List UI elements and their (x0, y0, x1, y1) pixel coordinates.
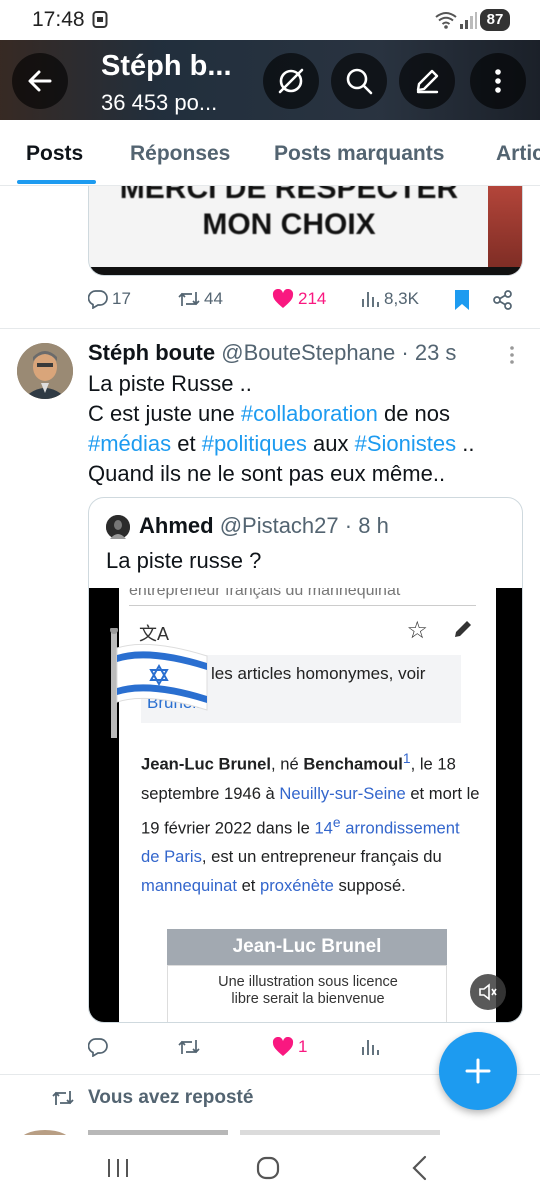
tab-posts[interactable]: Posts (26, 142, 83, 166)
back-nav-icon[interactable] (410, 1155, 430, 1181)
mute-button[interactable] (470, 974, 506, 1010)
repost-icon (178, 1040, 200, 1054)
repost-indicator: Vous avez reposté (52, 1087, 253, 1109)
reply-button[interactable]: 17 (88, 289, 131, 309)
plus-icon (465, 1058, 491, 1084)
author-name[interactable]: Stéph boute (88, 340, 215, 365)
reply-count: 17 (112, 289, 131, 308)
post-text-line: #médias et #politiques aux #Sionistes .. (88, 431, 475, 456)
bookmark-button[interactable] (453, 289, 471, 311)
compose-button[interactable] (439, 1032, 517, 1110)
heart-filled-icon (272, 1037, 294, 1056)
next-post-peek (0, 1122, 540, 1136)
star-icon: ☆ (406, 617, 428, 644)
share-button[interactable] (492, 289, 514, 311)
edit-button[interactable] (399, 53, 455, 109)
battery-indicator: 87 (480, 9, 510, 31)
infobox-body: Une illustration sous licence libre sera… (167, 965, 447, 1022)
post-text-line: C est juste une #collaboration de nos (88, 401, 451, 426)
status-time: 17:48 (32, 8, 85, 31)
grok-icon (278, 68, 304, 94)
views-icon (362, 1040, 379, 1055)
reply-button[interactable] (88, 1037, 112, 1057)
avatar[interactable] (17, 343, 73, 399)
hashtag-link[interactable]: #politiques (202, 431, 307, 456)
search-icon (346, 68, 373, 95)
tab-articles[interactable]: Artic (496, 142, 540, 166)
post-media[interactable]: MERCI DE RESPECTER MON CHOIX (88, 186, 523, 276)
repost-label: Vous avez reposté (88, 1087, 254, 1108)
signal-icon (460, 12, 477, 29)
status-bar: 17:48 87 (0, 0, 540, 40)
search-button[interactable] (331, 53, 387, 109)
post-time: 23 s (414, 340, 457, 365)
system-nav-bar (0, 1135, 540, 1200)
screenshot-icon (92, 11, 108, 28)
view-count: 8,3K (384, 289, 419, 308)
post-text-line: La piste Russe .. (88, 371, 252, 396)
speaker-muted-icon (479, 983, 497, 1001)
views-button[interactable]: 8,3K (360, 289, 419, 309)
wiki-paragraph: Jean-Luc Brunel, né Benchamoul1, le 18 s… (141, 750, 480, 896)
image-caption-line1: MERCI DE RESPECTER (119, 186, 459, 205)
infobox-title: Jean-Luc Brunel (167, 929, 447, 965)
views-icon (362, 292, 379, 307)
israel-flag-emoji (110, 628, 208, 738)
post-body: La piste Russe .. C est juste une #colla… (88, 369, 518, 489)
repost-button[interactable]: 44 (178, 289, 223, 309)
quote-text: La piste russe ? (106, 548, 262, 573)
reply-icon (88, 290, 108, 309)
back-button[interactable] (12, 53, 68, 109)
post-count: 36 453 po... (101, 90, 218, 115)
tab-replies[interactable]: Réponses (130, 142, 230, 166)
quoted-post[interactable]: Ahmed @Pistach27 · 8 h La piste russe ? … (88, 497, 523, 1023)
profile-tabs: Posts Réponses Posts marquants Artic (0, 120, 540, 186)
like-button[interactable]: 1 (272, 1037, 307, 1057)
recent-apps-icon[interactable] (106, 1157, 130, 1179)
quote-media[interactable]: entrepreneur français du mannequinat 文A … (89, 588, 522, 1022)
pencil-icon (416, 69, 439, 94)
post-more-icon[interactable] (508, 345, 516, 367)
post-text-line: Quand ils ne le sont pas eux même.. (88, 461, 446, 486)
repost-count: 44 (204, 289, 223, 308)
avatar-image (17, 343, 73, 399)
like-count: 214 (298, 289, 327, 308)
reply-icon (88, 1038, 108, 1057)
post-actions: 17 44 214 8,3K (88, 289, 518, 319)
wifi-icon (435, 12, 457, 29)
profile-header: Stéph b... 36 453 po... (0, 40, 540, 120)
heart-filled-icon (272, 289, 294, 308)
hashtag-link[interactable]: #Sionistes (355, 431, 457, 456)
quote-author-name: Ahmed (139, 513, 214, 538)
quote-author-handle: @Pistach27 (219, 513, 339, 538)
quote-header: Ahmed @Pistach27 · 8 h (139, 513, 389, 538)
hashtag-link[interactable]: #médias (88, 431, 171, 456)
author-handle[interactable]: @BouteStephane (221, 340, 395, 365)
post-header: Stéph boute @BouteStephane · 23 s (88, 340, 457, 365)
back-arrow-icon (28, 70, 52, 92)
like-button[interactable]: 214 (272, 289, 326, 309)
hashtag-link[interactable]: #collaboration (241, 401, 378, 426)
tab-highlights[interactable]: Posts marquants (274, 142, 444, 166)
more-vertical-icon (495, 69, 501, 93)
share-icon (493, 290, 512, 310)
repost-button[interactable] (178, 1037, 204, 1057)
quote-time: 8 h (358, 513, 389, 538)
active-tab-indicator (17, 180, 96, 184)
bookmark-filled-icon (455, 290, 469, 310)
profile-name: Stéph b... (101, 50, 232, 82)
post-divider (0, 328, 540, 329)
repost-icon (52, 1091, 74, 1105)
grok-button[interactable] (263, 53, 319, 109)
views-button[interactable] (360, 1037, 380, 1057)
home-icon[interactable] (256, 1156, 280, 1180)
image-caption-line2: MON CHOIX (202, 208, 376, 241)
like-count: 1 (298, 1037, 308, 1056)
quote-avatar (106, 515, 130, 539)
more-button[interactable] (470, 53, 526, 109)
edit-pencil-icon (455, 621, 471, 637)
repost-icon (178, 292, 200, 306)
